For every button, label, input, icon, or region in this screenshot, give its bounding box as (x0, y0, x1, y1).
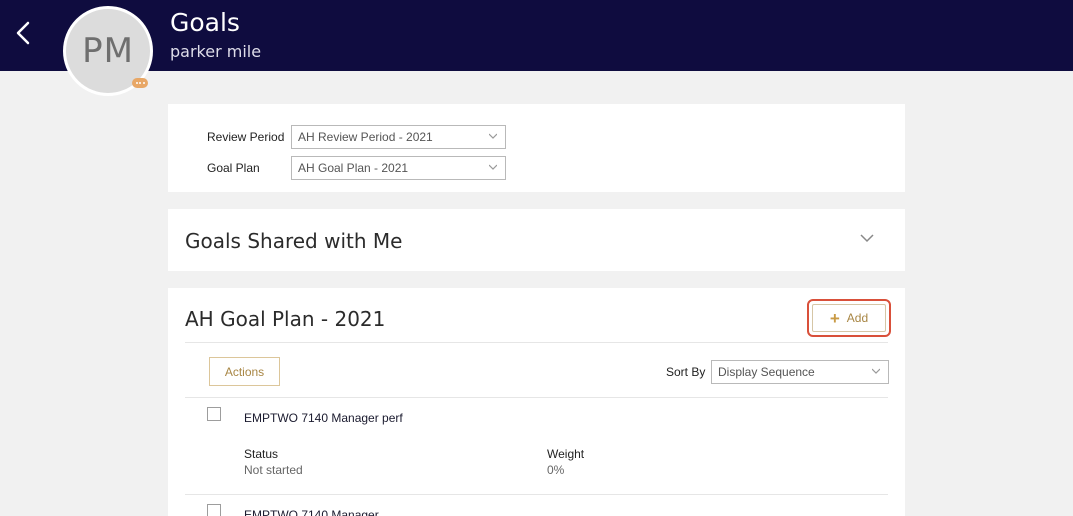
goal-plan-select[interactable]: AH Goal Plan - 2021 (291, 156, 506, 180)
plus-icon: + (829, 308, 840, 328)
status-label: Status (244, 447, 279, 461)
divider (185, 397, 888, 398)
actions-button[interactable]: Actions (209, 357, 280, 386)
chevron-down-icon (489, 133, 497, 139)
chevron-down-icon[interactable] (860, 233, 874, 243)
shared-goals-card[interactable]: Goals Shared with Me (168, 209, 905, 271)
chevron-down-icon (489, 164, 497, 170)
sort-by-value: Display Sequence (718, 365, 815, 379)
review-period-label: Review Period (207, 130, 285, 144)
review-period-value: AH Review Period - 2021 (298, 130, 433, 144)
add-label: Add (846, 311, 869, 325)
page-subtitle: parker mile (170, 42, 262, 61)
goal-plan-card: AH Goal Plan - 2021 + Add Actions Sort B… (168, 288, 905, 516)
sort-by-label: Sort By (666, 365, 706, 379)
chevron-down-icon (872, 368, 880, 374)
weight-label: Weight (547, 447, 585, 461)
more-options-icon[interactable] (132, 78, 148, 88)
shared-goals-title: Goals Shared with Me (185, 229, 403, 253)
goal-name-link[interactable]: EMPTWO 7140 Manager (244, 508, 379, 516)
goal-plan-title: AH Goal Plan - 2021 (185, 307, 386, 331)
goal-plan-value: AH Goal Plan - 2021 (298, 161, 409, 175)
review-period-select[interactable]: AH Review Period - 2021 (291, 125, 506, 149)
filter-card: Review Period AH Review Period - 2021 Go… (168, 104, 905, 192)
page-header: Goals parker mile (0, 0, 1073, 71)
sort-by-select[interactable]: Display Sequence (711, 360, 889, 384)
divider (185, 342, 888, 343)
goal-checkbox[interactable] (207, 407, 221, 421)
goal-plan-label: Goal Plan (207, 161, 260, 175)
weight-value: 0% (547, 463, 565, 477)
add-goal-button[interactable]: + Add (807, 299, 891, 337)
page-title: Goals (170, 8, 240, 37)
status-value: Not started (244, 463, 303, 477)
back-icon[interactable] (12, 18, 38, 48)
goal-name-link[interactable]: EMPTWO 7140 Manager perf (244, 411, 403, 425)
goal-checkbox[interactable] (207, 504, 221, 516)
divider (185, 494, 888, 495)
